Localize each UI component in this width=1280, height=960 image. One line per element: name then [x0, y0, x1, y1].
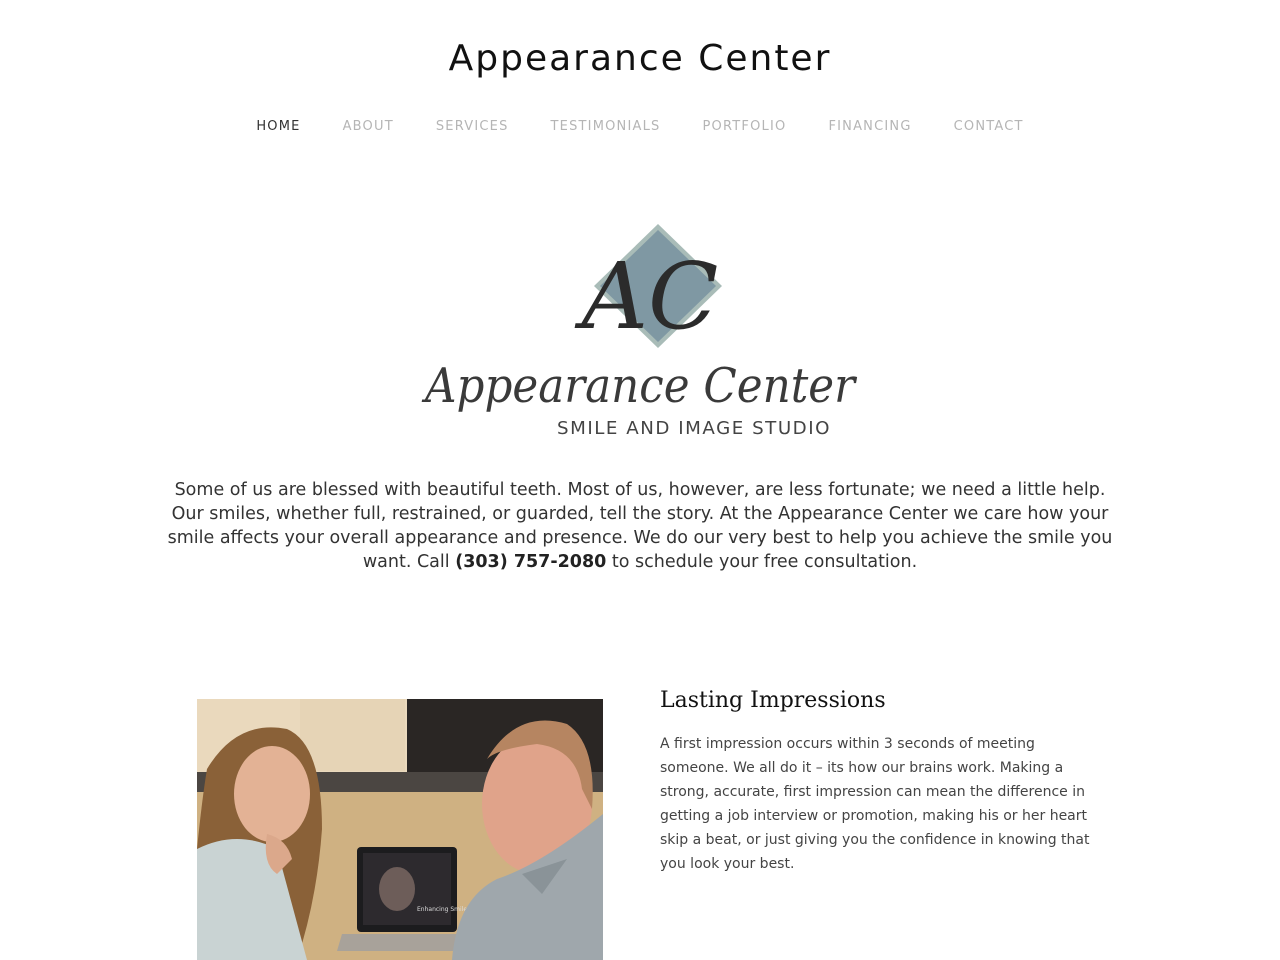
- logo: AC Appearance Center SMILE AND IMAGE STU…: [410, 220, 870, 445]
- nav-item-financing[interactable]: FINANCING: [828, 119, 911, 134]
- monogram-text: AC: [574, 243, 719, 350]
- logo-graphic: AC Appearance Center SMILE AND IMAGE STU…: [421, 224, 858, 439]
- phone-number[interactable]: (303) 757-2080: [455, 552, 606, 572]
- nav-item-services[interactable]: SERVICES: [436, 119, 509, 134]
- feature-photo: Enhancing Smiles: [197, 699, 603, 960]
- nav-item-portfolio[interactable]: PORTFOLIO: [703, 119, 787, 134]
- intro-paragraph: Some of us are blessed with beautiful te…: [160, 478, 1120, 574]
- laptop-caption: Enhancing Smiles: [417, 906, 470, 913]
- nav-item-contact[interactable]: CONTACT: [954, 119, 1024, 134]
- nav-item-home[interactable]: HOME: [256, 119, 300, 134]
- nav-item-about[interactable]: ABOUT: [343, 119, 394, 134]
- logo-tagline: SMILE AND IMAGE STUDIO: [557, 418, 831, 439]
- site-title[interactable]: Appearance Center: [0, 38, 1280, 79]
- section-body: A first impression occurs within 3 secon…: [660, 736, 1090, 872]
- main-nav: HOME ABOUT SERVICES TESTIMONIALS PORTFOL…: [0, 119, 1280, 134]
- intro-text-end: to schedule your free consultation.: [606, 552, 918, 572]
- logo-script-name: Appearance Center: [421, 358, 857, 414]
- nav-item-testimonials[interactable]: TESTIMONIALS: [551, 119, 661, 134]
- consultation-photo: Enhancing Smiles: [197, 699, 603, 960]
- section-title: Lasting Impressions: [660, 688, 886, 713]
